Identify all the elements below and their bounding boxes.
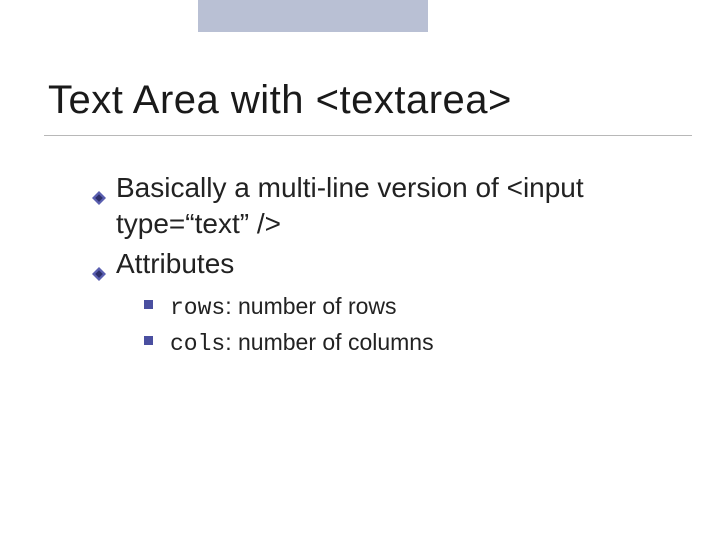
- slide: Text Area with <textarea> Basically a mu…: [0, 0, 720, 540]
- diamond-bullet-icon: [92, 178, 106, 192]
- sub-bullet-item: cols: number of columns: [144, 327, 670, 360]
- code-text: rows: [170, 295, 225, 321]
- diamond-bullet-icon: [92, 254, 106, 268]
- sub-bullet-group: rows: number of rows cols: number of col…: [144, 291, 670, 359]
- bullet-item: Basically a multi-line version of <input…: [92, 170, 670, 242]
- square-bullet-icon: [144, 336, 153, 345]
- title-underline: [44, 135, 692, 136]
- bullet-text: Attributes: [116, 248, 234, 279]
- bullet-item: Attributes: [92, 246, 670, 282]
- sub-bullet-item: rows: number of rows: [144, 291, 670, 324]
- slide-title: Text Area with <textarea>: [48, 78, 680, 123]
- sub-bullet-text: : number of columns: [225, 329, 433, 355]
- code-text: cols: [170, 331, 225, 357]
- top-accent-bar: [198, 0, 428, 32]
- slide-body: Basically a multi-line version of <input…: [92, 170, 670, 362]
- square-bullet-icon: [144, 300, 153, 309]
- sub-bullet-text: : number of rows: [225, 293, 396, 319]
- bullet-text: Basically a multi-line version of <input…: [116, 172, 584, 239]
